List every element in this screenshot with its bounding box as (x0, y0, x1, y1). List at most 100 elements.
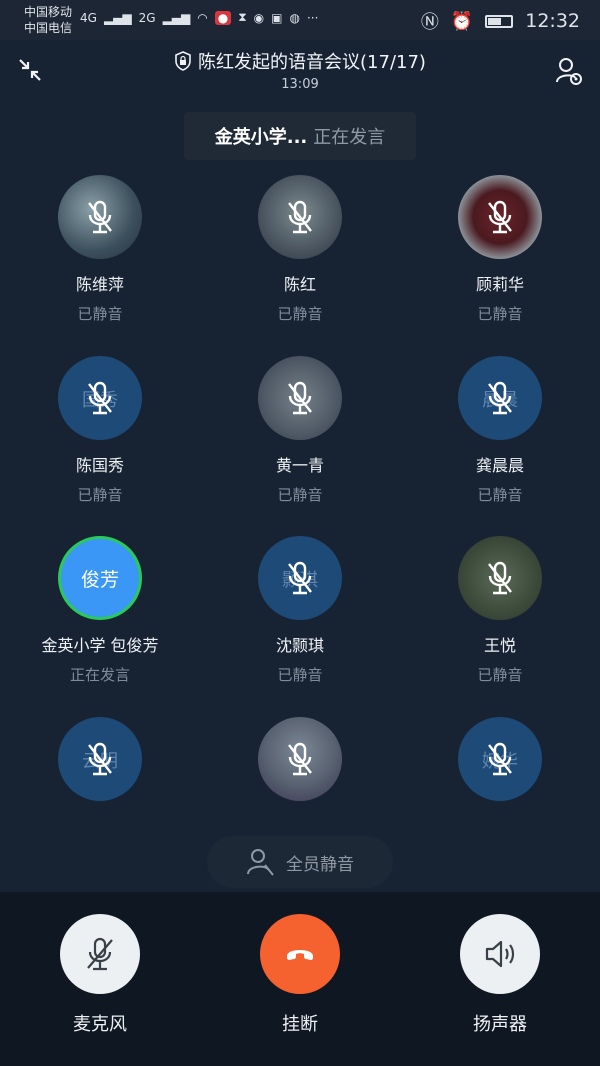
participant-status: 已静音 (77, 305, 123, 323)
avatar (458, 175, 542, 259)
participant-name: 陈红 (283, 275, 316, 294)
participant-status: 已静音 (477, 305, 523, 323)
avatar-speaking: 俊芳 (58, 536, 142, 620)
muted-mic-icon (87, 937, 113, 971)
participant-tile[interactable]: 陈维萍 已静音 (0, 175, 200, 324)
avatar: 婉华 (458, 717, 542, 801)
participant-name: 黄一青 (275, 456, 324, 475)
hangup-control: 挂断 (200, 914, 400, 1036)
carrier-info: 中国移动 中国电信 (24, 4, 72, 36)
more-icon: ··· (306, 10, 319, 25)
mic-toggle-button[interactable] (60, 914, 140, 994)
speaker-control: 扬声器 (400, 914, 600, 1036)
current-speaker-bar: 金英小学... 正在发言 (184, 112, 416, 160)
avatar: 云明 (58, 717, 142, 801)
participant-tile[interactable]: 云明 (0, 717, 200, 801)
participant-status: 已静音 (277, 486, 323, 504)
app-icon: ◉ (253, 10, 265, 25)
app-icon: ▣ (271, 10, 283, 25)
avatar: 国秀 (58, 356, 142, 440)
meeting-title: 陈红发起的语音会议(17/17) (198, 52, 426, 73)
participant-name: 金英小学 包俊芳 (41, 636, 159, 655)
participant-tile[interactable]: 陈红 已静音 (200, 175, 400, 324)
muted-mic-icon (488, 200, 512, 234)
status-bar: 中国移动 中国电信 4G ▂▄▆ 2G ▂▄▆ ◠ ● ⧗ ◉ ▣ ◍ ··· … (0, 0, 600, 40)
participant-tile[interactable]: 王悦 已静音 (400, 536, 600, 685)
signal-icon: ▂▄▆ (103, 10, 132, 25)
participant-tile[interactable]: 顾莉华 已静音 (400, 175, 600, 324)
mute-all-icon (247, 849, 274, 876)
muted-mic-icon (288, 200, 312, 234)
status-icons-left: 4G ▂▄▆ 2G ▂▄▆ ◠ ● ⧗ ◉ ▣ ◍ ··· (80, 10, 318, 25)
carrier-1: 中国移动 (24, 5, 73, 19)
muted-mic-icon (88, 200, 112, 234)
wifi-icon: ◠ (197, 10, 208, 25)
muted-mic-icon (488, 561, 512, 595)
avatar (458, 536, 542, 620)
avatar: 颢琪 (258, 536, 342, 620)
alarm-icon: ⏰ (450, 10, 474, 32)
avatar (258, 356, 342, 440)
muted-mic-icon (288, 381, 312, 415)
hangup-phone-icon (287, 950, 313, 960)
participant-name: 龚晨晨 (475, 456, 524, 475)
hangup-label: 挂断 (282, 1014, 318, 1035)
participant-tile[interactable] (200, 717, 400, 801)
muted-mic-icon (488, 381, 512, 415)
status-icons-right: Ⓝ ⏰ 12:32 (421, 8, 580, 34)
participant-tile[interactable]: 婉华 (400, 717, 600, 801)
clock: 12:32 (525, 10, 580, 32)
mic-control: 麦克风 (0, 914, 200, 1036)
recording-mic-icon: ● (214, 10, 232, 25)
mute-all-button[interactable]: 全员静音 (207, 836, 393, 888)
participant-status: 已静音 (77, 486, 123, 504)
muted-mic-icon (488, 742, 512, 776)
current-speaker-name: 金英小学... (214, 127, 308, 148)
participant-status: 已静音 (277, 666, 323, 684)
participant-status: 正在发言 (69, 666, 130, 684)
mic-label: 麦克风 (73, 1014, 127, 1035)
title-block: 陈红发起的语音会议(17/17) 13:09 (0, 48, 600, 92)
wechat-icon: ◍ (289, 10, 300, 25)
participant-tile[interactable]: 国秀 陈国秀 已静音 (0, 356, 200, 505)
call-header: 陈红发起的语音会议(17/17) 13:09 (0, 40, 600, 100)
participant-tile[interactable]: 晨晨 龚晨晨 已静音 (400, 356, 600, 505)
hangup-button[interactable] (260, 914, 340, 994)
signal-icon: ▂▄▆ (162, 10, 191, 25)
network-2g: 2G (138, 10, 156, 25)
muted-mic-icon (288, 561, 312, 595)
call-controls: 麦克风 挂断 扬声器 (0, 892, 600, 1066)
speaker-icon (485, 940, 515, 968)
speaker-toggle-button[interactable] (460, 914, 540, 994)
speaker-label: 扬声器 (473, 1014, 527, 1035)
call-duration: 13:09 (281, 77, 319, 92)
page-title: 陈红发起的语音会议(17/17) (174, 48, 426, 74)
avatar-initials: 俊芳 (80, 569, 119, 591)
current-speaker-status: 正在发言 (313, 127, 386, 148)
participant-tile[interactable]: 俊芳 金英小学 包俊芳 正在发言 (0, 536, 200, 685)
muted-mic-icon (88, 381, 112, 415)
muted-mic-icon (88, 742, 112, 776)
network-4g: 4G (80, 10, 97, 25)
participant-name: 沈颢琪 (275, 636, 324, 655)
lock-shield-icon (175, 51, 191, 71)
battery-icon (485, 14, 514, 28)
participant-tile[interactable]: 颢琪 沈颢琪 已静音 (200, 536, 400, 685)
avatar (258, 175, 342, 259)
avatar (58, 175, 142, 259)
add-member-icon[interactable] (554, 56, 584, 86)
participant-name: 陈维萍 (75, 275, 124, 294)
nfc-icon: Ⓝ (420, 12, 439, 33)
carrier-2: 中国电信 (24, 21, 73, 35)
participant-status: 已静音 (277, 305, 323, 323)
participant-tile[interactable]: 黄一青 已静音 (200, 356, 400, 505)
muted-mic-icon (288, 742, 312, 776)
participant-name: 陈国秀 (75, 456, 124, 475)
avatar: 晨晨 (458, 356, 542, 440)
participant-name: 王悦 (483, 636, 516, 655)
avatar (258, 717, 342, 801)
participant-name: 顾莉华 (475, 275, 524, 294)
hourglass-icon: ⧗ (238, 10, 247, 24)
participant-status: 已静音 (477, 666, 523, 684)
mute-all-label: 全员静音 (286, 854, 354, 875)
